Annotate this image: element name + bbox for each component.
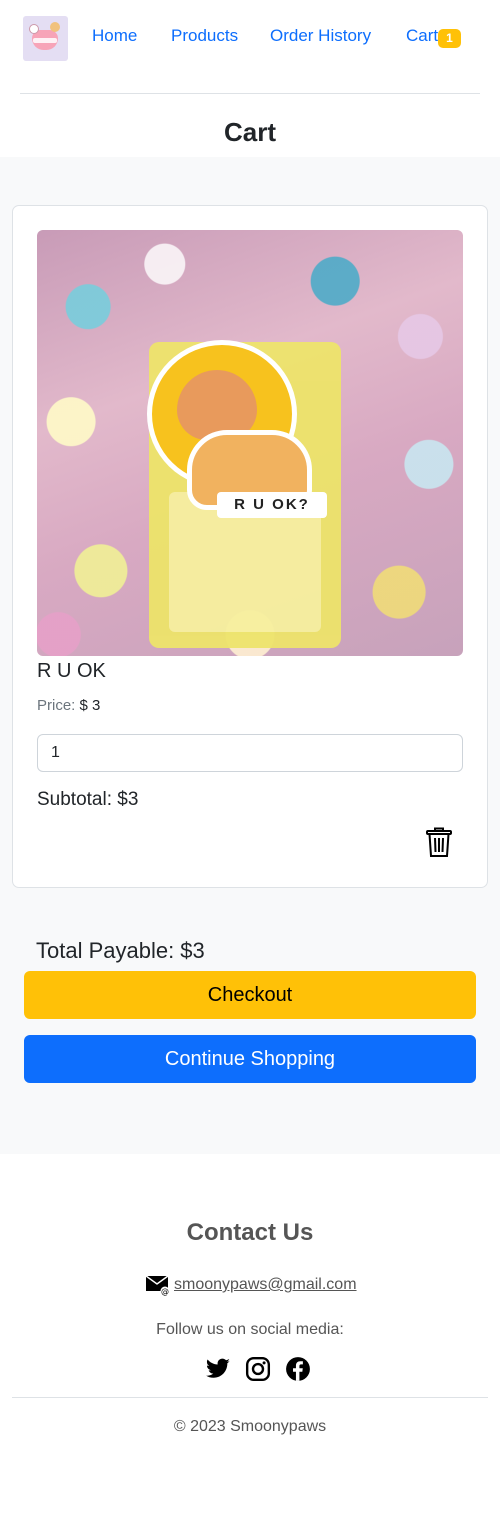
cart-section: R U OK? R U OK Price: $ 3 Subtotal: $3 T… — [0, 157, 500, 1154]
svg-text:@: @ — [161, 1287, 169, 1296]
nav-cart-link[interactable]: Cart — [406, 25, 438, 47]
nav-divider — [20, 93, 480, 94]
brand-logo[interactable] — [23, 16, 68, 61]
contact-us-heading: Contact Us — [186, 1219, 314, 1246]
price-label: Price: — [37, 697, 76, 714]
total-payable: Total Payable: $3 — [36, 938, 205, 963]
item-subtotal: Subtotal: $3 — [37, 789, 139, 810]
copyright-text: © 2023 Smoonypaws — [173, 1418, 327, 1435]
product-name: R U OK — [37, 660, 106, 682]
price-value: $ 3 — [79, 697, 101, 714]
cart-count-badge: 1 — [438, 29, 461, 48]
cart-item-card: R U OK? R U OK Price: $ 3 Subtotal: $3 — [12, 205, 488, 888]
sticker-text: R U OK? — [217, 492, 327, 518]
product-price: Price: $ 3 — [37, 696, 100, 716]
follow-text: Follow us on social media: — [156, 1321, 344, 1338]
facebook-icon[interactable] — [285, 1356, 311, 1382]
nav-order-history-link[interactable]: Order History — [270, 25, 371, 47]
envelope-icon: @ — [145, 1274, 170, 1296]
twitter-icon[interactable] — [205, 1356, 231, 1382]
social-links — [205, 1356, 311, 1382]
product-image: R U OK? — [37, 230, 463, 656]
nav-home-link[interactable]: Home — [92, 25, 137, 47]
checkout-button[interactable]: Checkout — [24, 971, 476, 1019]
continue-shopping-button[interactable]: Continue Shopping — [24, 1035, 476, 1083]
logo-cat-shape — [50, 22, 60, 32]
nav-products-link[interactable]: Products — [171, 25, 238, 47]
page-title: Cart — [223, 117, 276, 147]
logo-band-shape — [33, 38, 57, 43]
email-link[interactable]: smoonypaws@gmail.com — [174, 1274, 357, 1296]
trash-icon[interactable] — [425, 826, 453, 858]
instagram-icon[interactable] — [245, 1356, 271, 1382]
contact-email: @ smoonypaws@gmail.com — [145, 1273, 357, 1297]
footer-divider — [12, 1397, 488, 1398]
logo-cat-shape — [29, 24, 39, 34]
navbar: Home Products Order History Cart 1 — [0, 0, 500, 94]
quantity-input[interactable] — [37, 734, 463, 772]
